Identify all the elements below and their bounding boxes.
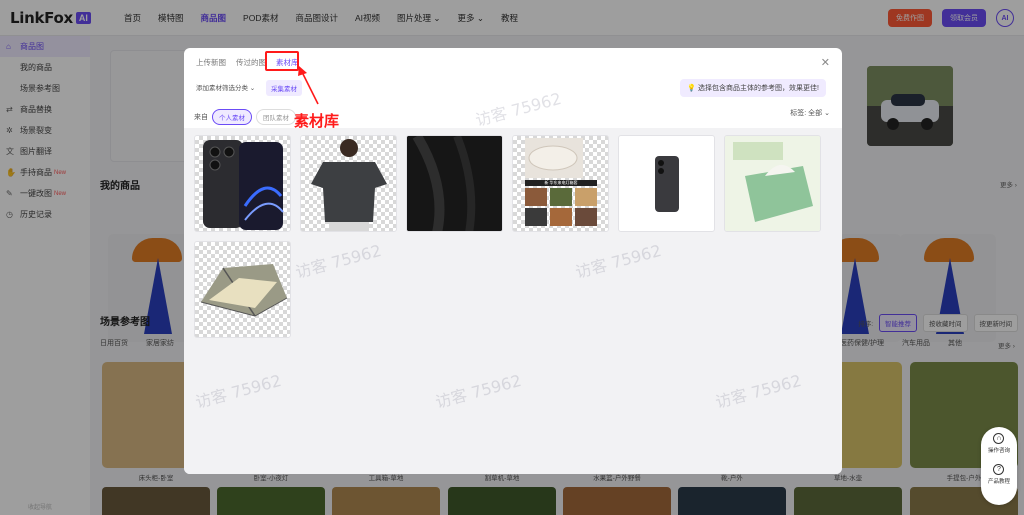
tutorial-label: 产品教程 [987, 479, 1010, 485]
annotation-label: 素材库 [294, 112, 340, 130]
tissue-box-image [725, 136, 820, 231]
source-personal[interactable]: 个人素材 [212, 109, 252, 125]
source-team[interactable]: 团队素材 [256, 109, 296, 125]
material-card[interactable] [194, 135, 291, 232]
floating-help-panel: ∩ 操作咨询 ? 产品教程 [981, 427, 1017, 505]
black-fabric-image [407, 136, 502, 231]
source-filter: 来自 个人素材 团队素材 [194, 109, 296, 125]
phone-image [203, 140, 284, 230]
headset-icon: ∩ [993, 433, 1005, 444]
material-card[interactable]: 新 华东来电灯箱套 [512, 135, 609, 232]
source-label: 来自 [194, 114, 208, 121]
tshirt-model-image [311, 139, 387, 231]
tip-banner: 💡 选择包含商品主体的参考图，效果更佳! [680, 79, 826, 97]
material-modal: 上传新图 传过的图 素材库 ✕ 添加素材筛选分类 ⌄ 采集素材 💡 选择包含商品主… [184, 48, 842, 474]
tutorial-button[interactable]: ? 产品教程 [988, 464, 1010, 485]
material-card[interactable] [194, 241, 291, 338]
material-card[interactable] [618, 135, 715, 232]
tag-filter-label: 标签: [790, 110, 807, 117]
tag-filter-value: 全部 [808, 110, 823, 117]
category-filter[interactable]: 添加素材筛选分类 ⌄ [196, 82, 255, 92]
chevron-down-icon: ⌄ [824, 110, 830, 117]
tag-filter[interactable]: 标签: 全部 ⌄ [790, 108, 830, 118]
consult-button[interactable]: ∩ 操作咨询 [988, 433, 1010, 454]
tip-text: 选择包含商品主体的参考图，效果更佳! [698, 85, 819, 92]
collage-caption: 新 华东来电灯箱套 [544, 180, 578, 185]
material-card[interactable] [300, 135, 397, 232]
tab-highlight-box [265, 51, 299, 71]
material-grid: 新 华东来电灯箱套 [184, 128, 842, 474]
material-card[interactable] [406, 135, 503, 232]
close-icon[interactable]: ✕ [821, 56, 830, 69]
tab-upload-new[interactable]: 上传新图 [196, 57, 226, 68]
watermark: 访客 75962 [473, 88, 564, 131]
tent-image [200, 264, 288, 317]
lightbulb-icon: 💡 [687, 85, 697, 92]
question-icon: ? [993, 464, 1005, 475]
collect-material-button[interactable]: 采集素材 [266, 80, 302, 96]
phone-back-image [655, 156, 679, 212]
material-card[interactable] [724, 135, 821, 232]
consult-label: 操作咨询 [987, 448, 1010, 454]
tab-uploaded[interactable]: 传过的图 [236, 57, 266, 68]
